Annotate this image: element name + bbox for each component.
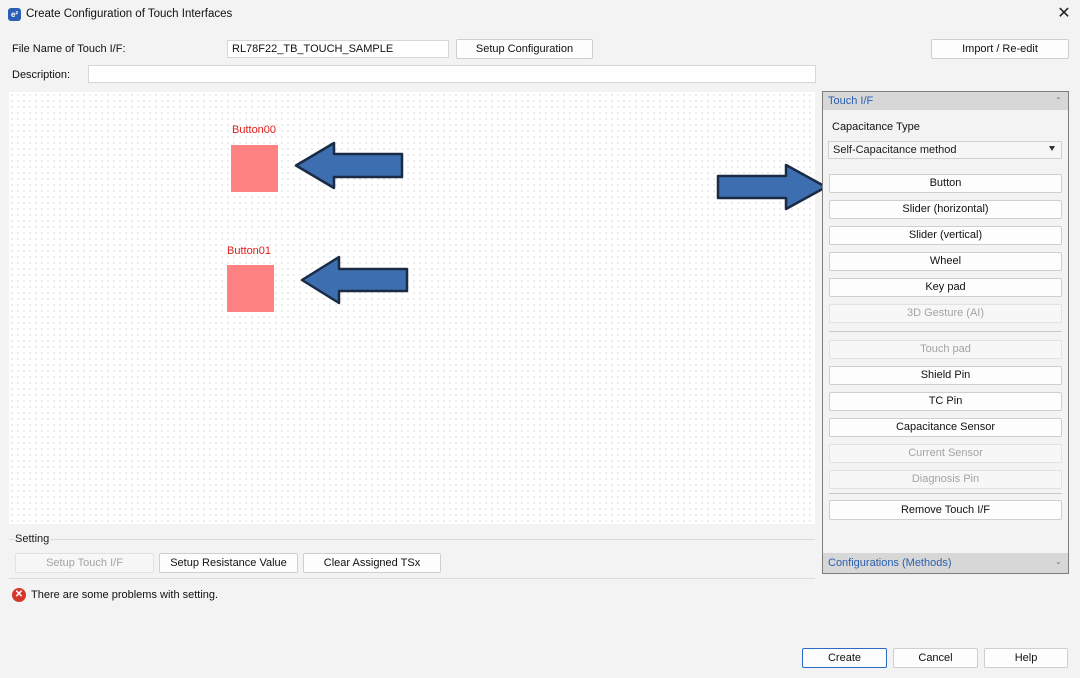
add-shield-pin-item[interactable]: Shield Pin bbox=[829, 366, 1062, 385]
remove-touch-if-button[interactable]: Remove Touch I/F bbox=[829, 500, 1062, 520]
add-3d-gesture-item[interactable]: 3D Gesture (AI) bbox=[829, 304, 1062, 323]
setup-resistance-value-button[interactable]: Setup Resistance Value bbox=[159, 553, 298, 573]
left-arrow-icon bbox=[294, 141, 404, 190]
help-button[interactable]: Help bbox=[984, 648, 1068, 668]
panel-separator bbox=[829, 331, 1062, 332]
capacitance-type-select[interactable]: Self-Capacitance method bbox=[828, 141, 1062, 159]
panel-header-label: Touch I/F bbox=[828, 95, 874, 107]
status-message: There are some problems with setting. bbox=[31, 589, 219, 601]
expand-down-icon[interactable]: ⌄ bbox=[1055, 557, 1062, 567]
configurations-methods-header[interactable]: Configurations (Methods) bbox=[823, 553, 1068, 573]
collapse-up-icon[interactable]: ⌃ bbox=[1055, 96, 1062, 106]
chevron-down-icon bbox=[1049, 146, 1055, 151]
cancel-button[interactable]: Cancel bbox=[893, 648, 978, 668]
description-label: Description: bbox=[12, 69, 71, 81]
add-slider-vertical-item[interactable]: Slider (vertical) bbox=[829, 226, 1062, 245]
description-field[interactable] bbox=[88, 65, 816, 83]
import-reedit-button[interactable]: Import / Re-edit bbox=[931, 39, 1069, 59]
file-name-field[interactable]: RL78F22_TB_TOUCH_SAMPLE bbox=[227, 40, 449, 58]
close-icon[interactable]: ✕ bbox=[1054, 4, 1074, 24]
app-icon: e² bbox=[8, 8, 21, 21]
clear-assigned-tsx-button[interactable]: Clear Assigned TSx bbox=[303, 553, 441, 573]
setting-title: Setting bbox=[14, 533, 51, 545]
right-arrow-icon bbox=[716, 163, 828, 211]
add-wheel-item[interactable]: Wheel bbox=[829, 252, 1062, 271]
add-capacitance-sensor-item[interactable]: Capacitance Sensor bbox=[829, 418, 1062, 437]
configurations-methods-label: Configurations (Methods) bbox=[828, 557, 952, 569]
capacitance-type-label: Capacitance Type bbox=[832, 121, 920, 133]
button01-label: Button01 bbox=[227, 245, 272, 257]
panel-separator bbox=[829, 493, 1062, 494]
add-touch-pad-item[interactable]: Touch pad bbox=[829, 340, 1062, 359]
add-button-item[interactable]: Button bbox=[829, 174, 1062, 193]
setup-configuration-button[interactable]: Setup Configuration bbox=[456, 39, 593, 59]
left-arrow-icon bbox=[300, 255, 409, 305]
button00-label: Button00 bbox=[232, 124, 277, 136]
add-key-pad-item[interactable]: Key pad bbox=[829, 278, 1062, 297]
layout-canvas[interactable] bbox=[9, 92, 815, 524]
create-button[interactable]: Create bbox=[802, 648, 887, 668]
add-tc-pin-item[interactable]: TC Pin bbox=[829, 392, 1062, 411]
canvas-touch-button-01[interactable] bbox=[227, 265, 274, 312]
setup-touch-if-button[interactable]: Setup Touch I/F bbox=[15, 553, 154, 573]
add-diagnosis-pin-item[interactable]: Diagnosis Pin bbox=[829, 470, 1062, 489]
canvas-touch-button-00[interactable] bbox=[231, 145, 278, 192]
file-name-label: File Name of Touch I/F: bbox=[12, 43, 126, 55]
add-slider-horizontal-item[interactable]: Slider (horizontal) bbox=[829, 200, 1062, 219]
add-current-sensor-item[interactable]: Current Sensor bbox=[829, 444, 1062, 463]
window-title: Create Configuration of Touch Interfaces bbox=[26, 8, 233, 20]
touch-if-panel-header[interactable]: Touch I/F bbox=[823, 92, 1068, 110]
error-icon: ✕ bbox=[12, 588, 26, 602]
